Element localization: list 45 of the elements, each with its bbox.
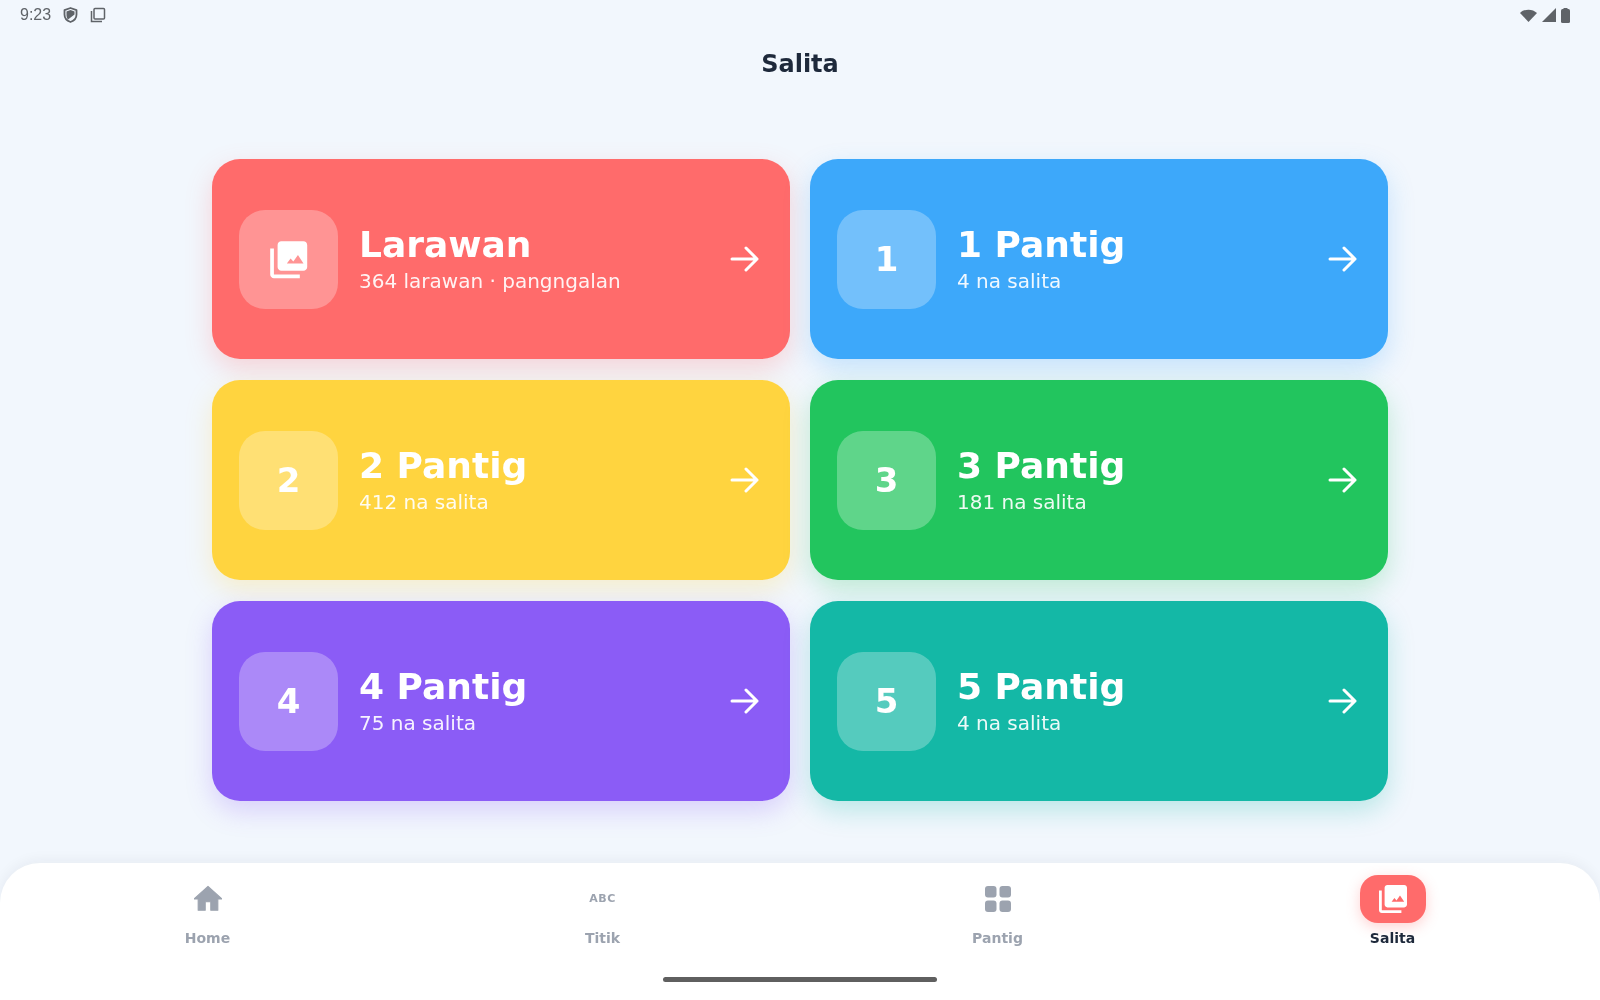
category-number: 1 (837, 209, 936, 309)
status-time: 9:23 (20, 6, 52, 24)
card-subtitle: 181 na salita (957, 489, 1088, 516)
category-card[interactable]: 5 5 Pantig 4 na salita (810, 601, 1388, 801)
card-title: 5 Pantig (957, 665, 1127, 709)
card-subtitle: 4 na salita (957, 268, 1063, 295)
battery-icon (1561, 7, 1570, 23)
arrow-right-icon (1328, 467, 1358, 493)
card-title: 2 Pantig (359, 444, 529, 488)
home-icon (193, 884, 222, 913)
arrow-right-icon (1328, 246, 1358, 272)
grid-icon (984, 885, 1011, 912)
card-title: Larawan (359, 223, 533, 267)
nav-tab[interactable]: Salita (1195, 874, 1590, 947)
stacked-squares-icon (90, 7, 107, 23)
nav-tab[interactable]: Pantig (800, 874, 1195, 947)
arrow-right-icon (730, 246, 760, 272)
category-card[interactable]: 1 1 Pantig 4 na salita (810, 159, 1388, 359)
gallery-icon (1359, 874, 1426, 923)
shield-icon (63, 7, 79, 23)
card-subtitle: 412 na salita (359, 489, 490, 516)
nav-tab[interactable]: Home (10, 874, 405, 947)
card-subtitle: 364 larawan · pangngalan (359, 268, 622, 295)
category-card[interactable]: 4 4 Pantig 75 na salita (212, 601, 790, 801)
category-number: 5 (837, 651, 936, 751)
category-card[interactable]: 3 3 Pantig 181 na salita (810, 380, 1388, 580)
arrow-right-icon (730, 688, 760, 714)
category-number: 2 (239, 430, 338, 530)
gallery-icon (239, 209, 338, 309)
card-title: 4 Pantig (359, 665, 529, 709)
category-number: 4 (239, 651, 338, 751)
arrow-right-icon (730, 467, 760, 493)
category-card[interactable]: Larawan 364 larawan · pangngalan (212, 159, 790, 359)
wifi-icon (1520, 8, 1537, 22)
page-title: Salita (761, 49, 839, 80)
card-subtitle: 75 na salita (359, 710, 477, 737)
nav-tab[interactable]: ABC Titik (405, 874, 800, 947)
category-card[interactable]: 2 2 Pantig 412 na salita (212, 380, 790, 580)
card-subtitle: 4 na salita (957, 710, 1063, 737)
abc-icon: ABC (589, 892, 616, 905)
signal-icon (1542, 8, 1556, 22)
category-number: 3 (837, 430, 936, 530)
arrow-right-icon (1328, 688, 1358, 714)
card-title: 3 Pantig (957, 444, 1127, 488)
card-title: 1 Pantig (957, 223, 1127, 267)
